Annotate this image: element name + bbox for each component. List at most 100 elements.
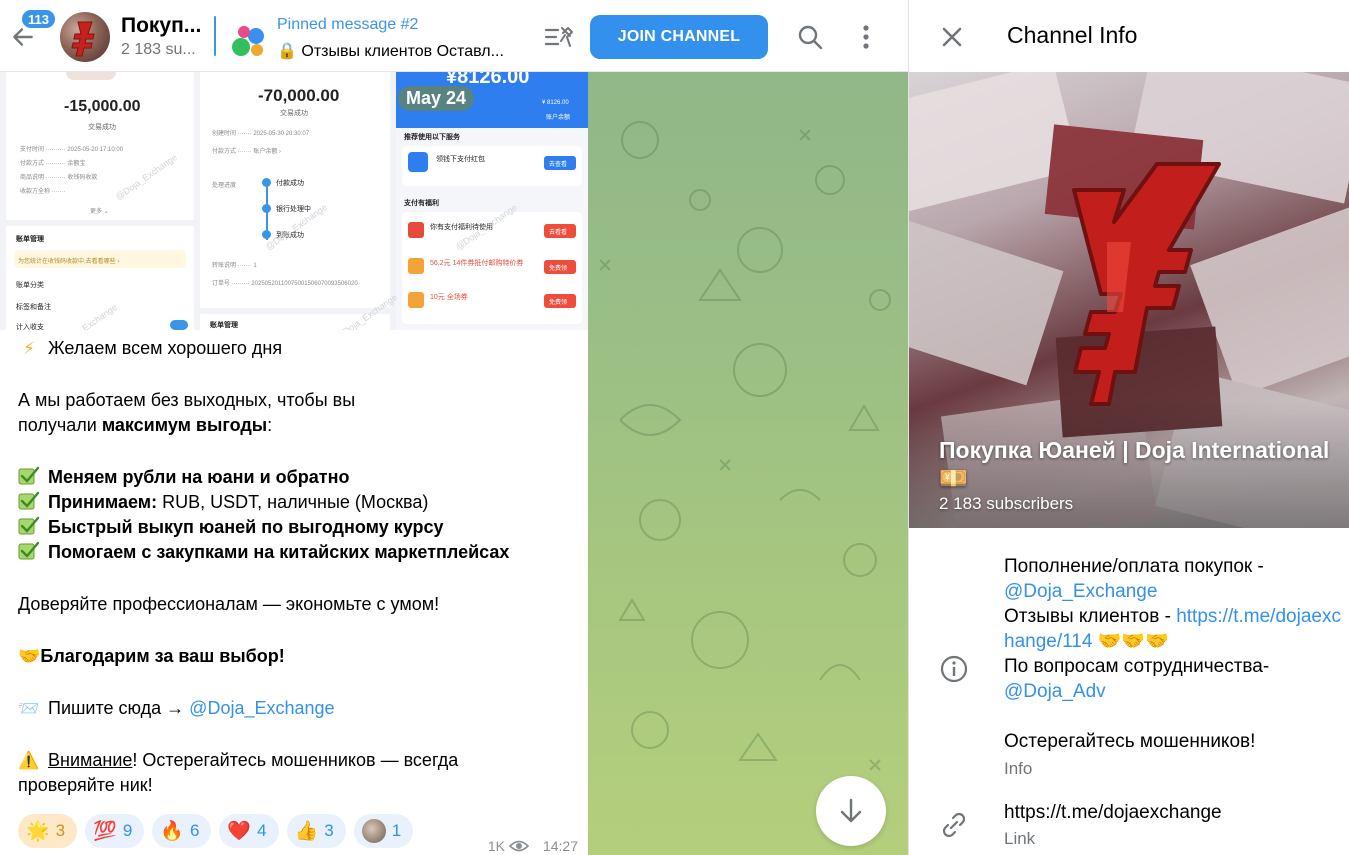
trust-line: Доверяйте профессионалам — экономьте с у…: [18, 594, 440, 614]
envelope-icon: 📨: [18, 699, 40, 718]
channel-info-panel: Channel Info Покупка Юаней | Doja Intern…: [908, 0, 1349, 855]
desc-line: По вопросам сотрудничества-: [1004, 656, 1270, 677]
warning-line-2: проверяйте ник!: [18, 775, 153, 795]
intro-colon: :: [267, 415, 273, 435]
warning-line: ! Остерегайтесь мошенников — всегда: [132, 750, 459, 770]
channel-avatar[interactable]: [60, 12, 110, 62]
subscriber-count: 2 183 su...: [121, 41, 196, 58]
section-title: 标签和备注: [16, 304, 51, 311]
unread-badge: 113: [20, 8, 57, 30]
join-channel-button[interactable]: JOIN CHANNEL: [590, 15, 768, 59]
reaction-thumbs-up[interactable]: 👍 3: [286, 814, 346, 848]
reaction-star[interactable]: 🌟 3: [18, 814, 78, 848]
hundred-icon: 💯: [93, 820, 117, 842]
desc-link[interactable]: @Doja_Exchange: [1004, 579, 1344, 604]
arrow-down-icon: [840, 798, 862, 823]
progress-step: 银行处理中: [276, 206, 311, 213]
message-bubble: -15,000.00 交易成功 支付时间 ·········· 2025-05-…: [0, 72, 588, 855]
intro-bold: максимум выгоды: [101, 415, 268, 435]
bullet-item: Меняем рубли на юани и обратно: [48, 467, 350, 487]
link-label: Link: [1004, 829, 1036, 848]
intro-line-2: получали: [18, 415, 102, 435]
warning-underlined: Внимание: [48, 750, 133, 770]
desc-line: Пополнение/оплата покупок -: [1004, 556, 1264, 577]
view-count: 1K: [487, 838, 505, 854]
reaction-count: 3: [324, 821, 334, 840]
eye-icon: [508, 840, 529, 852]
channel-name: Покупка Юаней | Doja International 💴: [939, 437, 1330, 491]
service-title: 推荐使用以下服务: [404, 134, 460, 141]
lightning-icon: ⚡: [23, 339, 35, 358]
check-box-icon: [18, 491, 40, 510]
check-box-icon: [18, 516, 40, 535]
reaction-fire[interactable]: 🔥 6: [152, 814, 212, 848]
reaction-count: 3: [55, 821, 66, 840]
bullet-item-bold: Принимаем:: [48, 492, 158, 512]
contact-link[interactable]: @Doja_Exchange: [189, 698, 334, 718]
message-media-album[interactable]: -15,000.00 交易成功 支付时间 ·········· 2025-05-…: [0, 72, 588, 330]
screenshot-middle[interactable]: -70,000.00 交易成功 创建时间 ······· 2025-05-30 …: [200, 72, 390, 330]
message-meta: 1K 14:27: [488, 838, 578, 854]
custom-reaction-icon: [361, 819, 386, 843]
message-text: ⚡ Желаем всем хорошего дня А мы работаем …: [18, 336, 578, 798]
handshake-icon: 🤝: [18, 646, 41, 666]
scroll-down-button[interactable]: [816, 776, 886, 846]
pinned-dots-icon: [232, 26, 264, 56]
reaction-hundred[interactable]: 💯 9: [85, 814, 145, 848]
desc-line: Остерегайтесь мошенников!: [1004, 731, 1256, 752]
pinned-label: Pinned message #2: [277, 16, 419, 33]
fire-icon: 🔥: [160, 820, 184, 842]
bullet-item-rest: RUB, USDT, наличные (Москва): [157, 492, 429, 512]
service-button: 去查看: [549, 162, 568, 168]
offer-button: 免费领: [549, 300, 568, 306]
transaction-amount: -70,000.00: [258, 86, 340, 105]
reactions-bar: 🌟 3 💯 9 🔥 6 ❤️ 4 👍 3 1: [18, 814, 414, 848]
date-chip: May 24: [398, 86, 475, 111]
desc-link[interactable]: @Doja_Adv: [1004, 679, 1344, 704]
intro-line-1: А мы работаем без выходных, чтобы вы: [18, 390, 356, 410]
offer-button: 去看看: [549, 230, 568, 236]
desc-line: Отзывы клиентов -: [1004, 606, 1177, 627]
section-title: 账单管理: [210, 322, 238, 329]
yuan-logo-icon: [71, 21, 95, 57]
bullet-item: Помогаем с закупками на китайских маркет…: [48, 542, 510, 562]
offer-button: 免费领: [549, 266, 568, 272]
chat-area: 113 Покуп... 2 183 su... Pinned message …: [0, 0, 908, 855]
link-icon: [942, 812, 966, 838]
check-box-icon: [18, 541, 40, 560]
reaction-heart[interactable]: ❤️ 4: [219, 814, 279, 848]
transaction-amount: -15,000.00: [64, 98, 141, 115]
unpin-icon[interactable]: [543, 22, 575, 52]
contact-line: Пишите сюда →: [48, 698, 190, 718]
heart-icon: ❤️: [227, 820, 252, 842]
section-title: 计入收支: [16, 324, 44, 330]
chat-header: 113 Покуп... 2 183 su... Pinned message …: [0, 0, 908, 72]
info-label: Info: [1004, 759, 1033, 778]
reaction-count: 4: [257, 821, 267, 840]
info-description-row[interactable]: Пополнение/оплата покупок - @Doja_Exchan…: [909, 554, 1349, 784]
close-icon[interactable]: [935, 20, 969, 54]
channel-link: https://t.me/dojaexchange: [1004, 802, 1222, 823]
channel-subscribers: 2 183 subscribers: [939, 494, 1074, 513]
channel-cover-image[interactable]: Покупка Юаней | Doja International 💴 2 1…: [909, 72, 1349, 528]
message-time: 14:27: [542, 838, 578, 854]
more-vertical-icon[interactable]: [850, 21, 882, 53]
reaction-count: 1: [391, 821, 402, 840]
section-title: 账单管理: [16, 236, 44, 243]
reaction-custom[interactable]: 1: [353, 814, 414, 848]
pinned-indicator-bar: [214, 16, 216, 56]
reaction-count: 6: [189, 821, 200, 840]
check-box-icon: [18, 466, 40, 485]
info-link-row[interactable]: https://t.me/dojaexchange Link: [909, 798, 1349, 855]
screenshot-left[interactable]: -15,000.00 交易成功 支付时间 ·········· 2025-05-…: [6, 72, 194, 330]
section-title: 账单分类: [16, 282, 44, 289]
chat-title[interactable]: Покуп...: [121, 14, 201, 38]
transaction-status: 交易成功: [280, 110, 308, 117]
pinned-message[interactable]: Pinned message #2 🔒 Отзывы клиентов Оста…: [214, 10, 530, 62]
search-icon[interactable]: [794, 21, 826, 53]
thumbs-up-icon: 👍: [294, 820, 319, 842]
offer-item: 56.2元 14件券抵付邮购特价券: [430, 260, 524, 267]
greeting-line: Желаем всем хорошего дня: [48, 338, 283, 358]
reaction-count: 9: [122, 821, 133, 840]
handshake-icon: 🤝🤝🤝: [1097, 631, 1169, 652]
